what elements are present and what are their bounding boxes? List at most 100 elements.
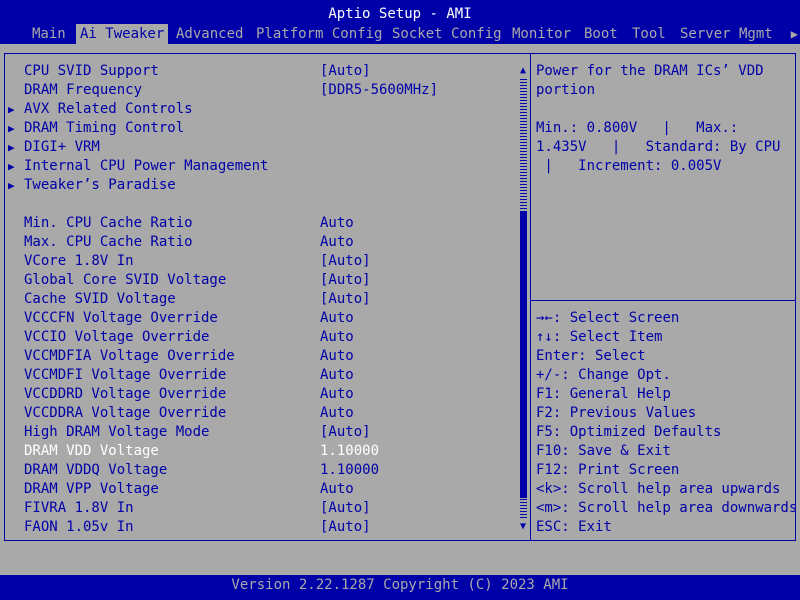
setting-value[interactable]: [Auto] <box>320 290 371 309</box>
key-label: →←: <box>536 310 562 326</box>
tab-tool[interactable]: Tool <box>628 24 670 44</box>
key-description: Scroll help area upwards <box>569 481 781 497</box>
setting-label: VCCIO Voltage Override <box>24 329 210 345</box>
footer-version: Version 2.22.1287 Copyright (C) 2023 AMI <box>0 575 800 600</box>
setting-value[interactable]: Auto <box>320 385 354 404</box>
submenu-arrow-icon: ▶ <box>8 179 15 192</box>
submenu-label: DIGI+ VRM <box>24 139 100 155</box>
setting-vcccfn-voltage-override[interactable]: VCCCFN Voltage Override Auto <box>8 309 508 328</box>
setting-value[interactable]: Auto <box>320 347 354 366</box>
key-label: <m>: <box>536 500 570 516</box>
tab-platform-config[interactable]: Platform Config <box>252 24 386 44</box>
submenu-label: Tweaker’s Paradise <box>24 177 176 193</box>
setting-cache-svid-voltage[interactable]: Cache SVID Voltage [Auto] <box>8 290 508 309</box>
key-hint-esc: ESC: Exit <box>536 518 612 537</box>
submenu-internal-cpu-power-management[interactable]: ▶ Internal CPU Power Management <box>8 157 508 176</box>
key-label: Enter: <box>536 348 587 364</box>
setting-value[interactable]: Auto <box>320 233 354 252</box>
setting-value[interactable]: [Auto] <box>320 271 371 290</box>
tab-socket-config[interactable]: Socket Config <box>388 24 506 44</box>
submenu-arrow-icon: ▶ <box>8 141 15 154</box>
key-hint-f12: F12: Print Screen <box>536 461 679 480</box>
setting-label: Cache SVID Voltage <box>24 291 176 307</box>
setting-value[interactable]: [Auto] <box>320 518 371 537</box>
setting-dram-vddq-voltage[interactable]: DRAM VDDQ Voltage 1.10000 <box>8 461 508 480</box>
setting-faon-1-05v-in[interactable]: FAON 1.05v In [Auto] <box>8 518 508 537</box>
key-hint-f2: F2: Previous Values <box>536 404 696 423</box>
setting-label: VCCDDRA Voltage Override <box>24 405 227 421</box>
setting-value[interactable]: Auto <box>320 366 354 385</box>
key-description: Previous Values <box>561 405 697 421</box>
setting-label: DRAM VDD Voltage <box>24 443 159 459</box>
key-description: Scroll help area downwards <box>569 500 798 516</box>
submenu-label: DRAM Timing Control <box>24 120 185 136</box>
submenu-arrow-icon: ▶ <box>8 103 15 116</box>
setting-cpu-svid-support[interactable]: CPU SVID Support [Auto] <box>8 62 508 81</box>
tab-ai-tweaker[interactable]: Ai Tweaker <box>76 24 169 44</box>
setting-value[interactable]: Auto <box>320 480 354 499</box>
setting-vccddra-voltage-override[interactable]: VCCDDRA Voltage Override Auto <box>8 404 508 423</box>
setting-dram-frequency[interactable]: DRAM Frequency [DDR5-5600MHz] <box>8 81 508 100</box>
key-label: <k>: <box>536 481 570 497</box>
key-label: F2: <box>536 405 562 421</box>
setting-global-core-svid-voltage[interactable]: Global Core SVID Voltage [Auto] <box>8 271 508 290</box>
setting-max-cpu-cache-ratio[interactable]: Max. CPU Cache Ratio Auto <box>8 233 508 252</box>
setting-dram-vdd-voltage-selected[interactable]: DRAM VDD Voltage 1.10000 <box>8 442 508 461</box>
more-tabs-arrow-icon[interactable]: ▶ <box>791 24 798 44</box>
setting-value[interactable]: Auto <box>320 309 354 328</box>
setting-high-dram-voltage-mode[interactable]: High DRAM Voltage Mode [Auto] <box>8 423 508 442</box>
scroll-up-arrow-icon[interactable]: ▲ <box>518 65 528 77</box>
setting-value[interactable]: [Auto] <box>320 423 371 442</box>
setting-value[interactable]: 1.10000 <box>320 461 379 480</box>
key-description: Change Opt. <box>569 367 671 383</box>
tab-boot[interactable]: Boot <box>580 24 622 44</box>
setting-label: High DRAM Voltage Mode <box>24 424 210 440</box>
setting-vccddrd-voltage-override[interactable]: VCCDDRD Voltage Override Auto <box>8 385 508 404</box>
setting-value[interactable]: 1.10000 <box>320 442 379 461</box>
setting-label: VCore 1.8V In <box>24 253 134 269</box>
setting-label: DRAM VPP Voltage <box>24 481 159 497</box>
tab-main[interactable]: Main <box>28 24 70 44</box>
help-text-line: Power for the DRAM ICs’ VDD <box>536 63 764 79</box>
setting-value[interactable]: [Auto] <box>320 499 371 518</box>
tab-advanced[interactable]: Advanced <box>172 24 247 44</box>
setting-vccio-voltage-override[interactable]: VCCIO Voltage Override Auto <box>8 328 508 347</box>
setting-label: Global Core SVID Voltage <box>24 272 227 288</box>
frame-divider <box>530 53 531 541</box>
submenu-dram-timing-control[interactable]: ▶ DRAM Timing Control <box>8 119 508 138</box>
submenu-arrow-icon: ▶ <box>8 122 15 135</box>
setting-vcore-1-8v-in[interactable]: VCore 1.8V In [Auto] <box>8 252 508 271</box>
setting-value[interactable]: Auto <box>320 328 354 347</box>
setting-value[interactable]: [Auto] <box>320 62 371 81</box>
submenu-digi-vrm[interactable]: ▶ DIGI+ VRM <box>8 138 508 157</box>
setting-vccmdfia-voltage-override[interactable]: VCCMDFIA Voltage Override Auto <box>8 347 508 366</box>
tab-bar: Main Ai Tweaker Advanced Platform Config… <box>0 24 800 44</box>
tab-server-mgmt[interactable]: Server Mgmt <box>676 24 777 44</box>
setting-min-cpu-cache-ratio[interactable]: Min. CPU Cache Ratio Auto <box>8 214 508 233</box>
setting-label: VCCDDRD Voltage Override <box>24 386 227 402</box>
help-divider <box>531 300 796 301</box>
key-label: F1: <box>536 386 562 402</box>
setting-label: Max. CPU Cache Ratio <box>24 234 193 250</box>
setting-value[interactable]: Auto <box>320 214 354 233</box>
key-hint-f1: F1: General Help <box>536 385 671 404</box>
submenu-avx-related-controls[interactable]: ▶ AVX Related Controls <box>8 100 508 119</box>
setting-fivra-1-8v-in[interactable]: FIVRA 1.8V In [Auto] <box>8 499 508 518</box>
setting-value[interactable]: [DDR5-5600MHz] <box>320 81 438 100</box>
key-hint-change-opt: +/-: Change Opt. <box>536 366 671 385</box>
setting-label: CPU SVID Support <box>24 63 159 79</box>
help-text-line: 1.435V | Standard: By CPU <box>536 139 781 155</box>
setting-dram-vpp-voltage[interactable]: DRAM VPP Voltage Auto <box>8 480 508 499</box>
setting-value[interactable]: [Auto] <box>320 252 371 271</box>
scroll-down-arrow-icon[interactable]: ▼ <box>518 521 528 533</box>
key-description: Select <box>586 348 646 364</box>
submenu-arrow-icon: ▶ <box>8 160 15 173</box>
key-description: Save & Exit <box>569 443 671 459</box>
key-hint-enter: Enter: Select <box>536 347 646 366</box>
submenu-tweakers-paradise[interactable]: ▶ Tweaker’s Paradise <box>8 176 508 195</box>
setting-vccmdfi-voltage-override[interactable]: VCCMDFI Voltage Override Auto <box>8 366 508 385</box>
setting-value[interactable]: Auto <box>320 404 354 423</box>
help-text-line: Min.: 0.800V | Max.: <box>536 120 739 136</box>
scrollbar-thumb[interactable] <box>520 212 527 498</box>
tab-monitor[interactable]: Monitor <box>508 24 575 44</box>
